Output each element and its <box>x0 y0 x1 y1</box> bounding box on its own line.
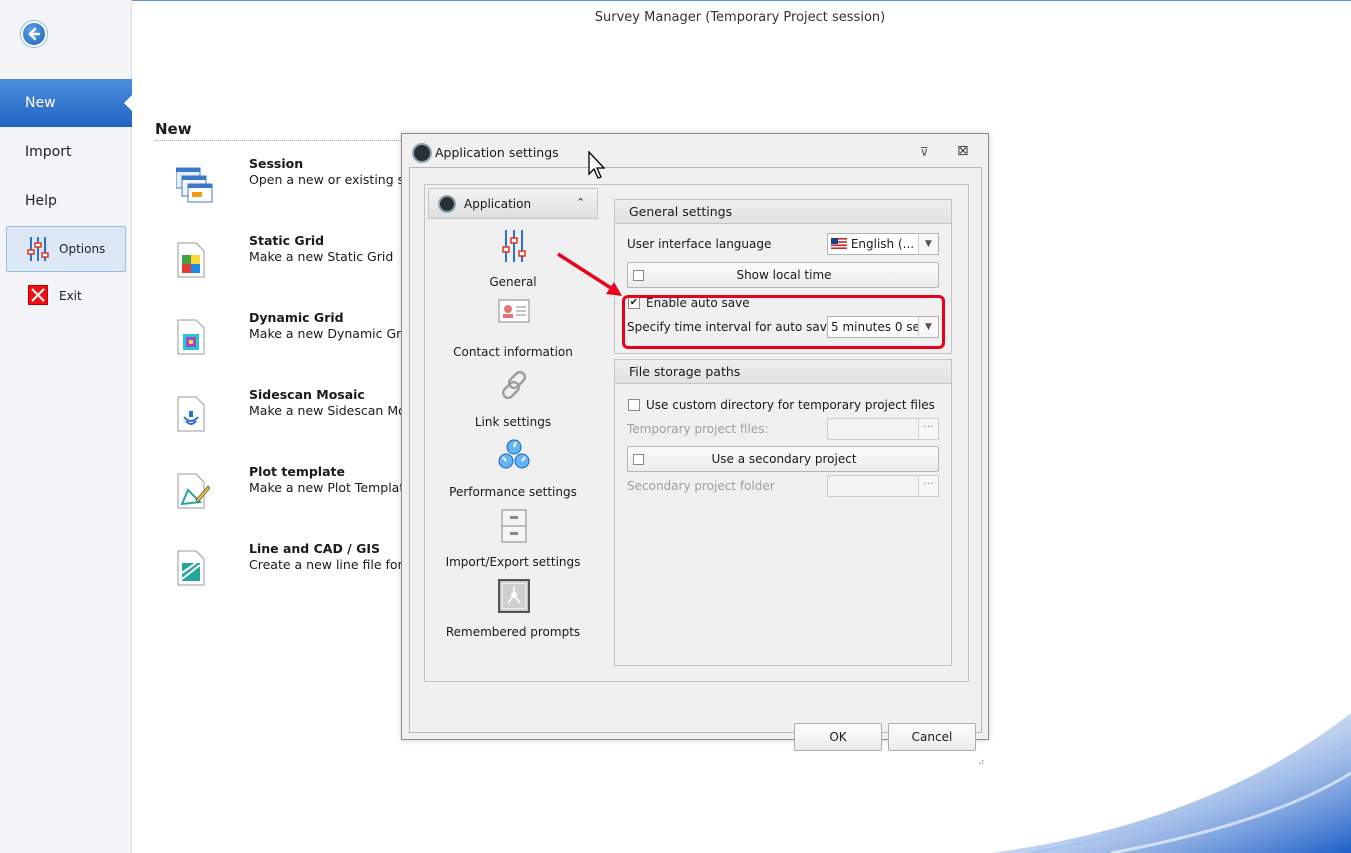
section-divider <box>155 140 405 141</box>
dialog-title: Application settings <box>435 145 559 160</box>
item-title: Dynamic Grid <box>249 310 344 325</box>
sidebar-item-help[interactable]: Help <box>0 181 132 221</box>
show-local-time-toggle[interactable]: Show local time <box>627 262 939 288</box>
custom-directory-checkbox[interactable]: Use custom directory for temporary proje… <box>628 397 938 413</box>
sidebar-item-label: Options <box>59 242 106 256</box>
toggle-label: Show local time <box>736 268 832 282</box>
category-link-settings[interactable]: Link settings <box>428 369 598 439</box>
sidebar-item-exit[interactable]: Exit <box>28 285 128 307</box>
app-logo-icon <box>412 143 432 163</box>
dropdown-arrow-icon: ▼ <box>918 234 938 254</box>
sidebar-item-new[interactable]: New <box>0 79 132 127</box>
item-description: Create a new line file for work <box>249 557 405 572</box>
sidebar-item-label: Help <box>25 193 57 209</box>
session-icon <box>175 164 213 203</box>
secondary-folder-path-input: ··· <box>827 475 939 497</box>
browse-ellipsis-icon: ··· <box>918 476 938 496</box>
category-label: Link settings <box>474 415 552 429</box>
settings-panel: Application ⌃ General Contact informatio… <box>424 184 969 682</box>
decorative-swoosh <box>991 713 1351 853</box>
temp-files-path-input: ··· <box>827 418 939 440</box>
checkbox-label: Use custom directory for temporary proje… <box>646 398 935 412</box>
category-performance-settings[interactable]: Performance settings <box>428 439 598 509</box>
back-arrow-icon[interactable] <box>21 21 47 47</box>
item-title: Session <box>249 156 304 171</box>
dynamic-grid-icon <box>176 318 206 356</box>
language-value-text: English (... <box>850 237 915 251</box>
category-remembered-prompts[interactable]: Remembered prompts <box>428 579 598 649</box>
browse-ellipsis-icon: ··· <box>918 419 938 439</box>
annotation-highlight-box <box>622 295 945 349</box>
line-file-icon <box>176 549 206 587</box>
ok-button[interactable]: OK <box>794 723 882 751</box>
item-description: Make a new Sidescan Mosaic <box>249 403 405 418</box>
contact-card-icon <box>498 299 530 333</box>
close-icon[interactable]: ⊠ <box>957 143 969 159</box>
new-dynamic-grid-item[interactable]: Dynamic Grid Make a new Dynamic Grid <box>170 310 405 370</box>
language-dropdown[interactable]: English (... ▼ <box>827 233 939 255</box>
window-title: Survey Manager (Temporary Project sessio… <box>594 10 886 25</box>
new-line-cad-gis-item[interactable]: Line and CAD / GIS Create a new line fil… <box>170 541 405 601</box>
cancel-button[interactable]: Cancel <box>888 723 976 751</box>
item-description: Open a new or existing session <box>249 172 405 187</box>
static-grid-icon <box>176 241 206 279</box>
nav-group-label: Application <box>464 197 532 211</box>
category-import-export-settings[interactable]: Import/Export settings <box>428 509 598 579</box>
language-label: User interface language <box>627 237 772 251</box>
sidebar-item-label: New <box>25 95 56 111</box>
sidebar-item-options[interactable]: Options <box>6 226 126 272</box>
new-plot-template-item[interactable]: Plot template Make a new Plot Template <box>170 464 405 524</box>
resize-grip-icon[interactable]: ⣠ <box>978 755 985 765</box>
sidescan-mosaic-icon <box>176 395 206 433</box>
item-description: Make a new Static Grid <box>249 249 394 264</box>
item-description: Make a new Dynamic Grid <box>249 326 405 341</box>
group-header: File storage paths <box>615 360 951 384</box>
language-value: English (... <box>831 237 914 251</box>
close-icon <box>28 285 48 305</box>
item-title: Plot template <box>249 464 345 479</box>
sidebar-item-label: Exit <box>59 289 82 303</box>
title-accent-line <box>132 0 1351 1</box>
item-description: Make a new Plot Template <box>249 480 405 495</box>
selection-notch <box>124 95 132 111</box>
app-logo-icon <box>438 195 456 213</box>
category-label: Contact information <box>453 345 573 359</box>
category-label: Import/Export settings <box>445 555 581 569</box>
application-settings-dialog: Application settings ⊽ ⊠ Application ⌃ G… <box>401 133 989 765</box>
new-session-item[interactable]: Session Open a new or existing session <box>170 156 405 216</box>
group-header: General settings <box>615 200 951 224</box>
category-label: Remembered prompts <box>445 625 581 639</box>
section-title: New <box>155 120 192 138</box>
checkbox-icon <box>628 399 640 411</box>
secondary-project-toggle[interactable]: Use a secondary project <box>627 446 939 472</box>
gauges-icon <box>498 439 530 473</box>
link-icon <box>498 369 530 403</box>
new-static-grid-item[interactable]: Static Grid Make a new Static Grid <box>170 233 405 293</box>
annotation-arrow-icon <box>557 252 622 296</box>
category-label: Performance settings <box>449 485 577 499</box>
sliders-icon <box>498 229 530 263</box>
item-title: Static Grid <box>249 233 325 248</box>
item-title: Line and CAD / GIS <box>249 541 381 556</box>
pin-icon[interactable]: ⊽ <box>920 145 929 159</box>
secondary-folder-label: Secondary project folder <box>627 479 775 493</box>
temp-files-label: Temporary project files: <box>627 422 769 436</box>
plot-template-icon <box>176 472 211 510</box>
toggle-label: Use a secondary project <box>711 452 857 466</box>
sliders-icon <box>27 236 49 265</box>
file-storage-paths-group: File storage paths Use custom directory … <box>614 359 952 666</box>
us-flag-icon <box>831 238 847 249</box>
sidebar-item-label: Import <box>25 144 72 160</box>
chevron-up-icon: ⌃ <box>576 196 586 209</box>
backstage-sidebar: New Import Help Options Exit <box>0 0 132 853</box>
category-contact-information[interactable]: Contact information <box>428 299 598 369</box>
nav-group-application[interactable]: Application ⌃ <box>428 188 598 219</box>
cabinet-icon <box>498 509 530 543</box>
safe-icon <box>498 579 530 613</box>
mouse-cursor-icon <box>588 151 606 179</box>
new-sidescan-mosaic-item[interactable]: Sidescan Mosaic Make a new Sidescan Mosa… <box>170 387 405 447</box>
item-title: Sidescan Mosaic <box>249 387 365 402</box>
dialog-body: Application ⌃ General Contact informatio… <box>409 167 985 765</box>
sidebar-item-import[interactable]: Import <box>0 132 132 172</box>
